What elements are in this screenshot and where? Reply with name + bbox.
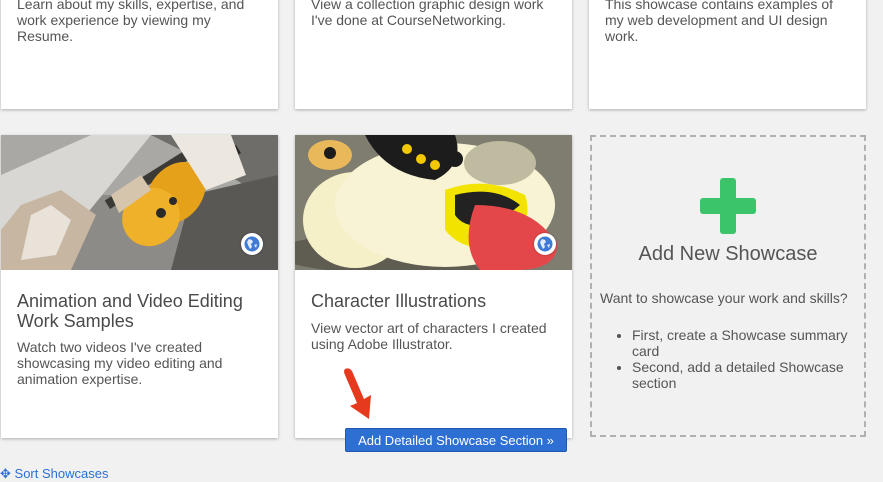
list-item: First, create a Showcase summary card	[632, 327, 858, 359]
card-thumbnail-guitar-photo	[1, 135, 278, 270]
card-title: Character Illustrations	[311, 291, 487, 311]
card-description: Watch two videos I've created showcasing…	[17, 339, 223, 387]
public-globe-icon	[534, 233, 556, 255]
card-description: View vector art of characters I created …	[311, 320, 547, 352]
list-item: Second, add a detailed Showcase section	[632, 359, 858, 391]
showcase-card-graphic-design[interactable]: View a collection graphic design work I'…	[295, 0, 572, 109]
public-globe-icon	[241, 233, 263, 255]
showcase-card-resume[interactable]: Learn about my skills, expertise, and wo…	[1, 0, 278, 109]
add-new-showcase-card[interactable]: Add New Showcase Want to showcase your w…	[590, 135, 866, 437]
add-showcase-subtitle: Want to showcase your work and skills?	[600, 290, 848, 306]
card-title: Animation and Video Editing Work Samples	[17, 291, 243, 331]
card-description: Learn about my skills, expertise, and wo…	[17, 0, 245, 44]
sort-showcases-link[interactable]: ✥ Sort Showcases	[0, 466, 108, 482]
card-thumbnail-character-art	[295, 135, 572, 270]
add-showcase-title: Add New Showcase	[638, 243, 818, 265]
move-icon: ✥	[0, 466, 11, 481]
showcase-card-animation[interactable]: Animation and Video Editing Work Samples…	[1, 135, 278, 438]
sort-showcases-label: Sort Showcases	[14, 466, 109, 481]
card-description: View a collection graphic design work I'…	[311, 0, 544, 28]
showcase-card-web-development[interactable]: This showcase contains examples of my we…	[589, 0, 866, 109]
annotation-arrow-icon	[344, 368, 371, 419]
card-description: This showcase contains examples of my we…	[605, 0, 833, 44]
add-showcase-steps: First, create a Showcase summary card Se…	[602, 327, 858, 391]
plus-icon	[700, 178, 756, 234]
add-detailed-showcase-button[interactable]: Add Detailed Showcase Section »	[345, 428, 567, 452]
